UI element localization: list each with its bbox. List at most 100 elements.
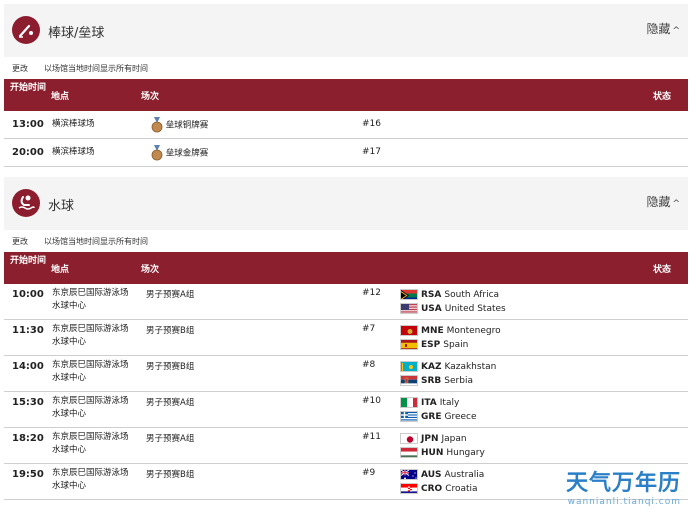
team-code: JPN (421, 433, 439, 444)
timezone-note: 以场馆当地时间显示所有时间 (44, 237, 148, 246)
row-time: 18:20 (12, 433, 44, 444)
watermark: 天气万年历 wannianli.tianqi.com (566, 465, 681, 507)
team-name: Italy (439, 397, 460, 408)
team-code: HUN (421, 447, 444, 458)
chevron-up-icon: ^ (672, 199, 680, 209)
team-entry[interactable]: CRO Croatia (400, 482, 478, 495)
team-entry[interactable]: ESP Spain (400, 338, 468, 351)
section-header: 棒球/垒球 隐藏 ^ (4, 4, 688, 57)
team-code: RSA (421, 289, 442, 300)
timezone-bar: 更改 以场馆当地时间显示所有时间 (4, 230, 688, 252)
table-row[interactable]: 15:30 东京辰巳国际游泳场水球中心 男子预赛A组 #10 ITA Italy GRE Gr… (4, 392, 688, 428)
row-venue: 东京辰巳国际游泳场水球中心 (52, 360, 129, 383)
flag-ita-icon (400, 397, 418, 408)
table-row[interactable]: 10:00 东京辰巳国际游泳场水球中心 男子预赛A组 #12 RSA South Afri… (4, 284, 688, 320)
row-event: 男子预赛B组 (146, 470, 195, 480)
row-venue: 横滨棒球场 (52, 119, 95, 129)
flag-cro-icon (400, 483, 418, 494)
table-header: 开始时间 地点 场次 状态 (4, 252, 688, 284)
col-status: 状态 (652, 265, 671, 275)
col-time: 开始时间 (10, 83, 47, 93)
table-row[interactable]: 14:00 东京辰巳国际游泳场水球中心 男子预赛B组 #8 KAZ Kazakhstan S… (4, 356, 688, 392)
flag-srb-icon (400, 375, 418, 386)
team-code: MNE (421, 325, 444, 336)
change-link[interactable]: 更改 (12, 236, 28, 247)
row-event: 男子预赛B组 (146, 326, 195, 336)
match-number: #7 (362, 324, 376, 334)
row-venue: 东京辰巳国际游泳场水球中心 (52, 324, 129, 347)
baseball-softball-section: 棒球/垒球 隐藏 ^ 更改 以场馆当地时间显示所有时间 开始时间 地点 场次 状态… (4, 4, 688, 167)
baseball-icon (12, 16, 40, 44)
row-event: 垒球铜牌赛 (151, 117, 208, 133)
team-entry[interactable]: MNE Montenegro (400, 324, 501, 337)
row-time: 11:30 (12, 325, 44, 336)
row-venue: 东京辰巳国际游泳场水球中心 (52, 432, 129, 455)
team-code: CRO (421, 483, 443, 494)
flag-kaz-icon (400, 361, 418, 372)
hide-label: 隐藏 (646, 22, 671, 36)
team-code: KAZ (421, 361, 442, 372)
team-entry[interactable]: JPN Japan (400, 432, 467, 445)
col-venue: 地点 (51, 265, 70, 275)
flag-aus-icon (400, 469, 418, 480)
table-row[interactable]: 18:20 东京辰巳国际游泳场水球中心 男子预赛A组 #11 JPN Japan HUN Hu… (4, 428, 688, 464)
row-time: 20:00 (12, 147, 44, 158)
team-name: Greece (444, 411, 477, 422)
team-entry[interactable]: USA United States (400, 302, 506, 315)
team-code: AUS (421, 469, 442, 480)
timezone-bar: 更改 以场馆当地时间显示所有时间 (4, 57, 688, 79)
team-entry[interactable]: HUN Hungary (400, 446, 485, 459)
team-entry[interactable]: AUS Australia (400, 468, 484, 481)
row-event: 男子预赛A组 (146, 434, 195, 444)
col-venue: 地点 (51, 92, 70, 102)
watermark-url: wannianli.tianqi.com (567, 497, 681, 507)
col-event: 场次 (141, 265, 160, 275)
change-link[interactable]: 更改 (12, 63, 28, 74)
table-header: 开始时间 地点 场次 状态 (4, 79, 688, 111)
team-entry[interactable]: KAZ Kazakhstan (400, 360, 496, 373)
flag-usa-icon (400, 303, 418, 314)
row-event: 垒球金牌赛 (151, 145, 208, 161)
row-venue: 东京辰巳国际游泳场水球中心 (52, 468, 129, 491)
team-name: Hungary (446, 447, 485, 458)
watermark-title: 天气万年历 (565, 471, 681, 496)
team-name: Spain (443, 339, 469, 350)
team-name: Kazakhstan (444, 361, 497, 372)
table-row[interactable]: 11:30 东京辰巳国际游泳场水球中心 男子预赛B组 #7 MNE Montenegro E… (4, 320, 688, 356)
team-name: Montenegro (446, 325, 501, 336)
section-title: 棒球/垒球 (48, 26, 105, 41)
hide-button[interactable]: 隐藏 ^ (646, 20, 680, 37)
flag-hun-icon (400, 447, 418, 458)
table-row[interactable]: 20:00 横滨棒球场 垒球金牌赛 #17 (4, 139, 688, 167)
hide-button[interactable]: 隐藏 ^ (646, 193, 680, 210)
flag-mne-icon (400, 325, 418, 336)
section-title: 水球 (48, 199, 75, 214)
match-number: #17 (362, 147, 381, 157)
event-label: 垒球金牌赛 (165, 148, 209, 159)
team-name: Croatia (445, 483, 478, 494)
team-entry[interactable]: ITA Italy (400, 396, 459, 409)
team-entry[interactable]: SRB Serbia (400, 374, 473, 387)
bronze-medal-icon (151, 117, 163, 133)
row-venue: 东京辰巳国际游泳场水球中心 (52, 288, 129, 311)
row-event: 男子预赛A组 (146, 290, 195, 300)
team-entry[interactable]: RSA South Africa (400, 288, 499, 301)
match-number: #16 (362, 119, 381, 129)
team-entry[interactable]: GRE Greece (400, 410, 477, 423)
flag-esp-icon (400, 339, 418, 350)
match-number: #12 (362, 288, 381, 298)
row-time: 14:00 (12, 361, 44, 372)
team-name: Serbia (444, 375, 473, 386)
col-time: 开始时间 (10, 256, 47, 266)
row-time: 10:00 (12, 289, 44, 300)
table-row[interactable]: 13:00 横滨棒球场 垒球铜牌赛 #16 (4, 111, 688, 139)
row-event: 男子预赛A组 (146, 398, 195, 408)
hide-label: 隐藏 (646, 195, 671, 209)
row-venue: 东京辰巳国际游泳场水球中心 (52, 396, 129, 419)
match-number: #10 (362, 396, 381, 406)
event-label: 垒球铜牌赛 (165, 120, 209, 131)
team-name: South Africa (444, 289, 500, 300)
team-code: SRB (421, 375, 442, 386)
match-number: #8 (362, 360, 376, 370)
gold-medal-icon (151, 145, 163, 161)
